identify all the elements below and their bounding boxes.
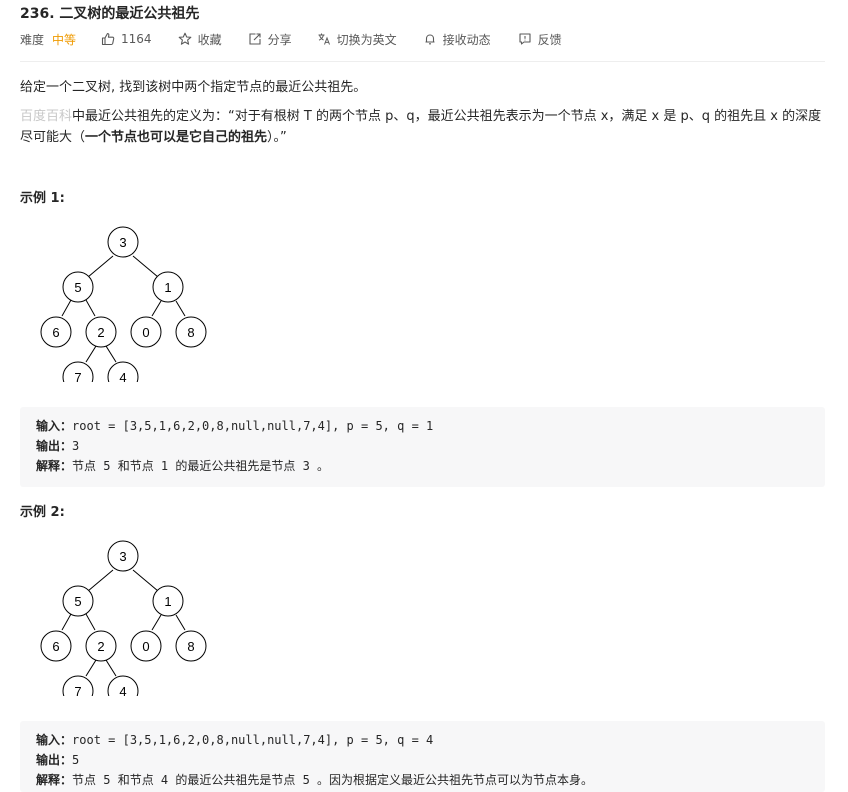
tree-node-label: 8 <box>187 639 194 654</box>
lca-definition: 百度百科中最近公共祖先的定义为：“对于有根树 T 的两个节点 p、q，最近公共祖… <box>20 106 825 148</box>
tree-node-label: 6 <box>52 639 59 654</box>
translate-icon <box>317 32 331 46</box>
problem-meta-bar: 难度 中等 1164 收藏 分享 切换为英文 接收动态 反馈 <box>20 29 562 49</box>
tree-node-label: 1 <box>164 280 171 295</box>
tree-node-label: 1 <box>164 594 171 609</box>
like-button[interactable]: 1164 <box>101 29 152 49</box>
explain-label: 解释： <box>36 459 73 473</box>
bell-icon <box>423 32 437 46</box>
tree-node-label: 6 <box>52 325 59 340</box>
difficulty-label: 难度 <box>20 32 45 47</box>
example-2-code-block: 输入：root = [3,5,1,6,2,0,8,null,null,7,4],… <box>20 721 825 792</box>
star-icon <box>178 32 192 46</box>
tree-node-label: 5 <box>74 280 81 295</box>
explain-value: 节点 5 和节点 1 的最近公共祖先是节点 3 。 <box>72 459 330 473</box>
example-1-code-block: 输入：root = [3,5,1,6,2,0,8,null,null,7,4],… <box>20 407 825 487</box>
switch-language-label: 切换为英文 <box>336 32 397 47</box>
difficulty-badge: 中等 <box>52 32 77 47</box>
share-button[interactable]: 分享 <box>248 29 292 49</box>
tree-node-label: 5 <box>74 594 81 609</box>
output-label: 输出： <box>36 753 73 767</box>
tree-node-label: 2 <box>97 639 104 654</box>
definition-end: ）。” <box>267 130 287 145</box>
thumbs-up-icon <box>101 32 115 46</box>
tree-node-label: 7 <box>74 684 81 696</box>
input-label: 输入： <box>36 419 73 433</box>
explain-value: 节点 5 和节点 4 的最近公共祖先是节点 5 。因为根据定义最近公共祖先节点可… <box>72 773 594 787</box>
tree-node-label: 3 <box>119 549 126 564</box>
subscribe-button[interactable]: 接收动态 <box>423 29 491 49</box>
example-1-tree-image: 3 5 1 6 2 0 8 7 4 <box>40 226 207 382</box>
difficulty: 难度 中等 <box>20 29 76 49</box>
subscribe-label: 接收动态 <box>442 32 491 47</box>
example-1-title: 示例 1: <box>20 191 65 206</box>
tree-node-label: 7 <box>74 370 81 382</box>
output-value: 3 <box>72 439 80 453</box>
feedback-icon <box>518 32 532 46</box>
problem-statement: 给定一个二叉树, 找到该树中两个指定节点的最近公共祖先。 <box>20 80 367 95</box>
tree-node-label: 0 <box>142 325 149 340</box>
tree-node-label: 2 <box>97 325 104 340</box>
tree-node-label: 0 <box>142 639 149 654</box>
baike-link[interactable]: 百度百科 <box>20 109 72 124</box>
share-label: 分享 <box>267 32 292 47</box>
share-icon <box>248 32 262 46</box>
tree-node-label: 8 <box>187 325 194 340</box>
tree-node-label: 4 <box>119 684 126 696</box>
tree-node-label: 4 <box>119 370 126 382</box>
favorite-button[interactable]: 收藏 <box>178 29 222 49</box>
feedback-label: 反馈 <box>537 32 562 47</box>
example-2-tree-image: 3 5 1 6 2 0 8 7 4 <box>40 540 207 696</box>
explain-label: 解释： <box>36 773 73 787</box>
definition-bold: 一个节点也可以是它自己的祖先 <box>85 130 268 145</box>
favorite-label: 收藏 <box>197 32 222 47</box>
example-2-title: 示例 2: <box>20 505 65 520</box>
input-label: 输入： <box>36 733 73 747</box>
tree-node-label: 3 <box>119 235 126 250</box>
like-count: 1164 <box>121 32 152 46</box>
input-value: root = [3,5,1,6,2,0,8,null,null,7,4], p … <box>72 733 434 747</box>
output-value: 5 <box>72 753 80 767</box>
output-label: 输出： <box>36 439 73 453</box>
input-value: root = [3,5,1,6,2,0,8,null,null,7,4], p … <box>72 419 434 433</box>
switch-language-button[interactable]: 切换为英文 <box>317 29 397 49</box>
header-divider <box>20 61 825 62</box>
problem-title: 236. 二叉树的最近公共祖先 <box>20 6 200 22</box>
feedback-button[interactable]: 反馈 <box>518 29 562 49</box>
